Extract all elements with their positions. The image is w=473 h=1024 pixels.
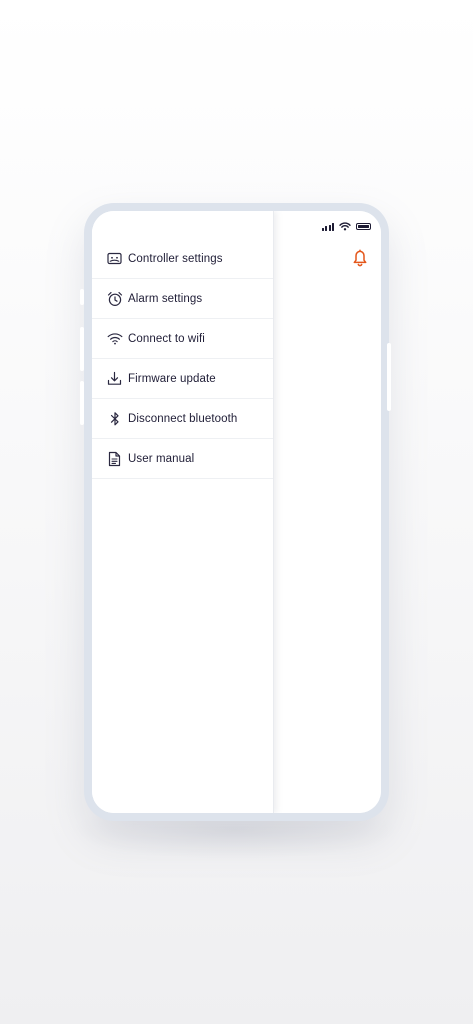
- download-icon: [106, 370, 123, 387]
- menu-item-controller-settings[interactable]: Controller settings: [92, 239, 273, 279]
- wifi-status-icon: [339, 222, 351, 231]
- menu-item-label: Firmware update: [128, 372, 216, 385]
- menu-item-label: Disconnect bluetooth: [128, 412, 238, 425]
- phone-screen: Controller settings Alarm settings Conne…: [92, 211, 381, 813]
- drawer-menu: Controller settings Alarm settings Conne…: [92, 239, 273, 479]
- battery-icon: [356, 223, 371, 230]
- phone-frame: Controller settings Alarm settings Conne…: [80, 203, 391, 821]
- alarm-clock-icon: [106, 290, 123, 307]
- menu-item-disconnect-bluetooth[interactable]: Disconnect bluetooth: [92, 399, 273, 439]
- side-button-mute: [80, 289, 84, 305]
- notification-bell-icon[interactable]: [353, 249, 367, 267]
- navigation-drawer: Controller settings Alarm settings Conne…: [92, 211, 274, 813]
- bluetooth-icon: [106, 410, 123, 427]
- side-button-volume-up: [80, 327, 84, 371]
- side-button-volume-down: [80, 381, 84, 425]
- side-button-power: [387, 343, 391, 411]
- status-bar: [321, 222, 371, 231]
- menu-item-firmware-update[interactable]: Firmware update: [92, 359, 273, 399]
- menu-item-label: User manual: [128, 452, 195, 465]
- controller-icon: [106, 250, 123, 267]
- menu-item-connect-wifi[interactable]: Connect to wifi: [92, 319, 273, 359]
- cellular-signal-icon: [321, 222, 334, 231]
- menu-item-alarm-settings[interactable]: Alarm settings: [92, 279, 273, 319]
- menu-item-label: Controller settings: [128, 252, 223, 265]
- document-icon: [106, 450, 123, 467]
- menu-item-label: Connect to wifi: [128, 332, 205, 345]
- menu-item-user-manual[interactable]: User manual: [92, 439, 273, 479]
- menu-item-label: Alarm settings: [128, 292, 203, 305]
- wifi-icon: [106, 330, 123, 347]
